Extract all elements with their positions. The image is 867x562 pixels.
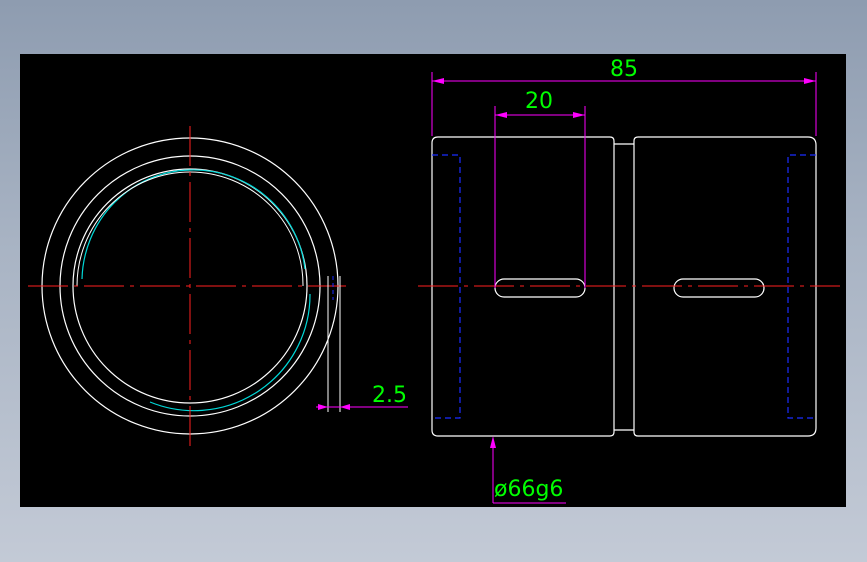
wall-dim-arrow-left xyxy=(318,404,328,410)
front-view: 2.5 xyxy=(28,126,408,452)
left-slot xyxy=(494,278,586,298)
slot-width-label: 20 xyxy=(525,89,553,114)
length-arrow-left xyxy=(432,78,444,84)
wall-dim-arrow-right xyxy=(340,404,350,410)
diameter-arrow xyxy=(490,436,496,448)
inner-ring-arc xyxy=(81,169,311,412)
overall-length-label: 85 xyxy=(610,57,638,82)
side-view: 85 20 ø66g6 xyxy=(418,57,840,504)
slot-arrow-right xyxy=(573,112,585,118)
length-arrow-right xyxy=(804,78,816,84)
cad-drawing-canvas: 2.5 85 20 ø66g6 xyxy=(20,54,846,507)
wall-thickness-label: 2.5 xyxy=(372,383,407,408)
outer-diameter-label: ø66g6 xyxy=(494,477,563,502)
slot-arrow-left xyxy=(495,112,507,118)
right-slot xyxy=(673,278,765,298)
